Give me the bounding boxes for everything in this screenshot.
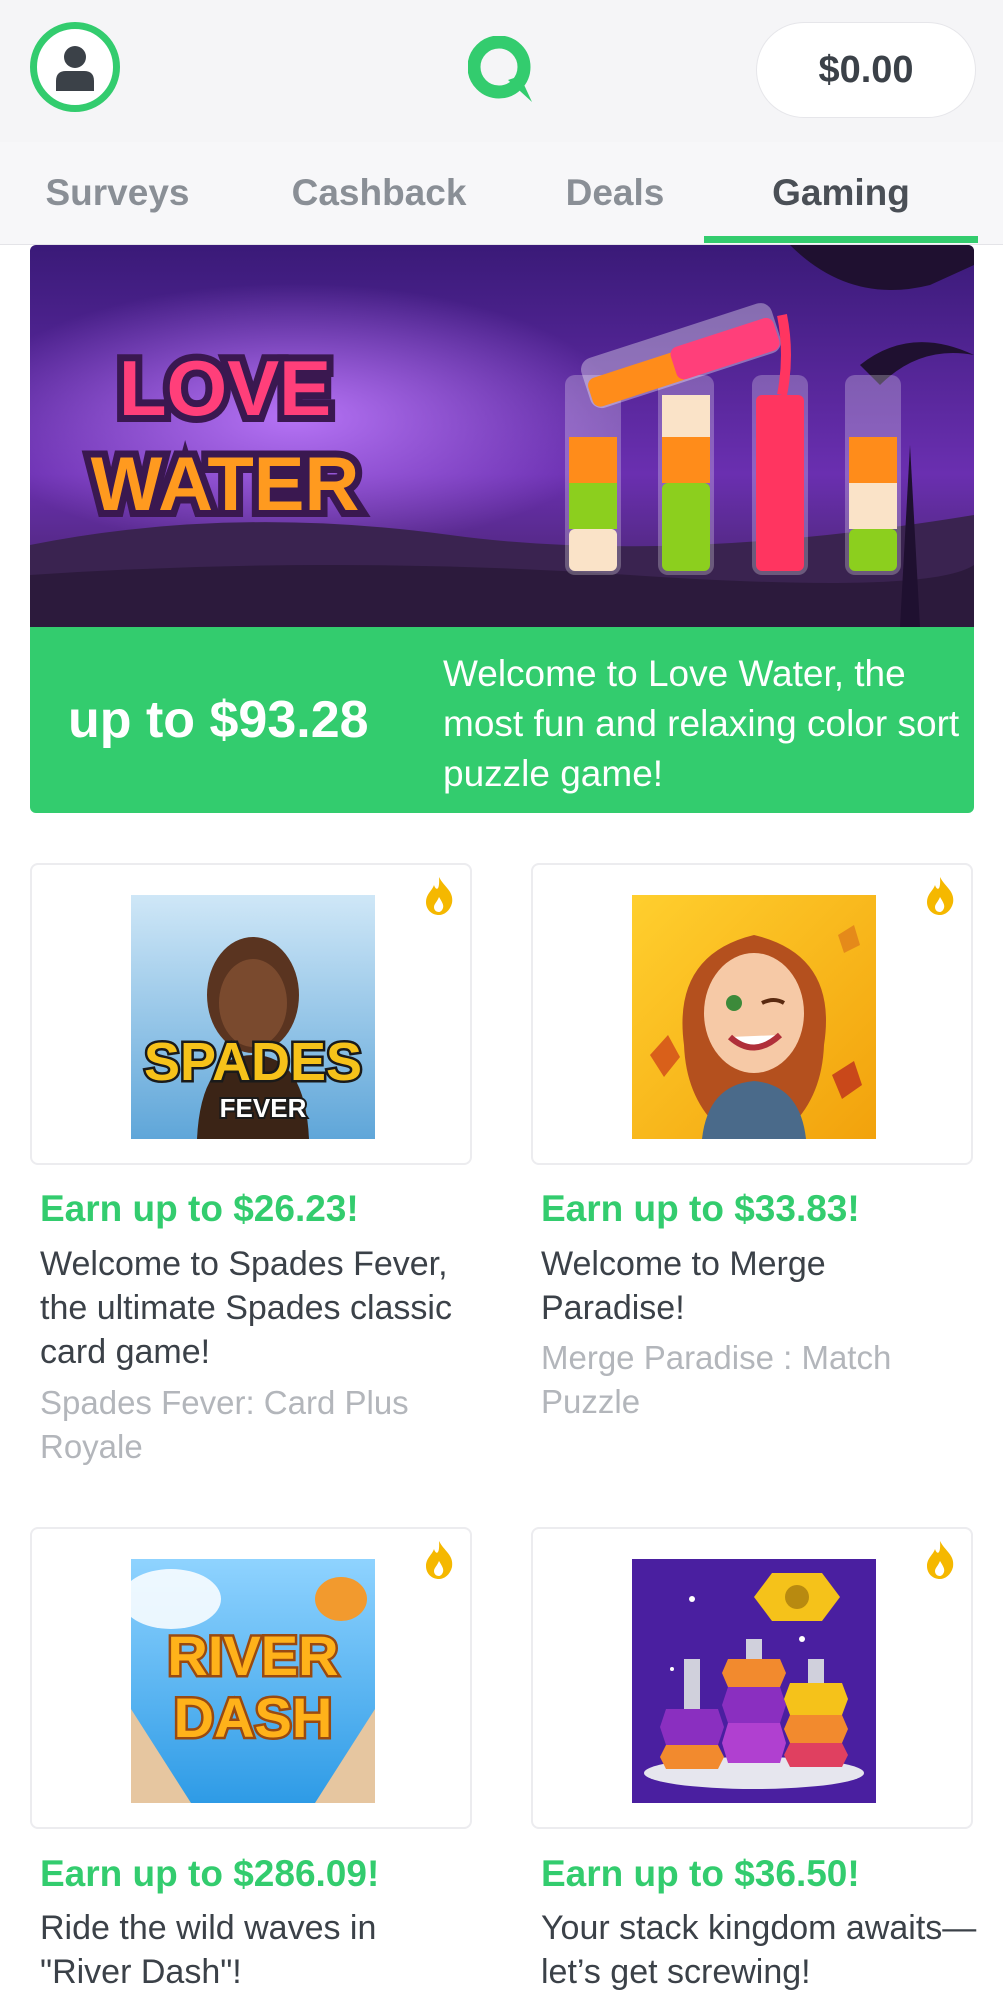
tube-4: [845, 375, 901, 575]
logo-water: WATER: [91, 442, 360, 527]
love-water-banner: LOVE LOVE WATER WATER: [30, 245, 974, 627]
balance-button[interactable]: $0.00: [756, 22, 976, 118]
user-icon: [56, 46, 94, 91]
offer-earn-amount: Earn up to $33.83!: [541, 1188, 860, 1229]
spades-fever-thumbnail: SPADES FEVER: [131, 895, 375, 1139]
featured-offer-description: Welcome to Love Water, the most fun and …: [443, 653, 960, 794]
offer-game-title: Merge Paradise : Match Puzzle: [541, 1339, 892, 1420]
offer-card-spades-fever[interactable]: SPADES FEVER: [30, 863, 472, 1165]
offer-description: Welcome to Merge Paradise!: [541, 1245, 826, 1327]
featured-offer-amount: up to $93.28: [68, 691, 369, 749]
fire-icon: [927, 877, 954, 915]
top-bar: $0.00: [0, 0, 1003, 142]
offer-description: Your stack kingdom awaits—let’s get scre…: [541, 1909, 977, 1991]
offer-description: Welcome to Spades Fever, the ultimate Sp…: [40, 1245, 452, 1371]
offer-description: Ride the wild waves in "River Dash"!: [40, 1909, 377, 1991]
river-dash-thumbnail: RIVER DASH: [131, 1559, 375, 1803]
profile-button[interactable]: [30, 22, 120, 112]
tab-gaming[interactable]: Gaming: [704, 142, 978, 244]
fire-icon: [927, 1541, 954, 1579]
tube-3: [752, 375, 808, 575]
offer-earn-amount: Earn up to $36.50!: [541, 1853, 860, 1894]
dash-logo-text: DASH: [174, 1686, 333, 1749]
offer-card-merge-paradise[interactable]: [531, 863, 973, 1165]
offer-card-river-dash[interactable]: RIVER DASH: [30, 1527, 472, 1829]
merge-paradise-thumbnail: [632, 895, 876, 1139]
tab-cashback[interactable]: Cashback: [270, 142, 488, 244]
offer-earn-amount: Earn up to $286.09!: [40, 1853, 380, 1894]
logo-love: LOVE: [119, 344, 331, 432]
category-tabs: Surveys Cashback Deals Gaming: [0, 142, 1003, 245]
active-tab-indicator: [704, 236, 978, 243]
spades-logo-text: SPADES: [144, 1032, 362, 1092]
offer-earn-amount: Earn up to $26.23!: [40, 1188, 359, 1229]
tab-deals[interactable]: Deals: [545, 142, 685, 244]
fever-logo-text: FEVER: [220, 1093, 307, 1123]
chat-logo-icon: [468, 36, 532, 102]
fire-icon: [426, 877, 453, 915]
offer-card-stack-kingdom[interactable]: [531, 1527, 973, 1829]
offer-game-title: Spades Fever: Card Plus Royale: [40, 1384, 409, 1465]
featured-offer-info: up to $93.28 Welcome to Love Water, the …: [30, 627, 974, 813]
screw-puzzle-thumbnail: [632, 1559, 876, 1803]
tube-2: [658, 375, 714, 575]
tab-surveys[interactable]: Surveys: [20, 142, 215, 244]
river-logo-text: RIVER: [167, 1624, 338, 1687]
featured-offer[interactable]: LOVE LOVE WATER WATER up to $93.28 Welco…: [30, 245, 974, 813]
fire-icon: [426, 1541, 453, 1579]
